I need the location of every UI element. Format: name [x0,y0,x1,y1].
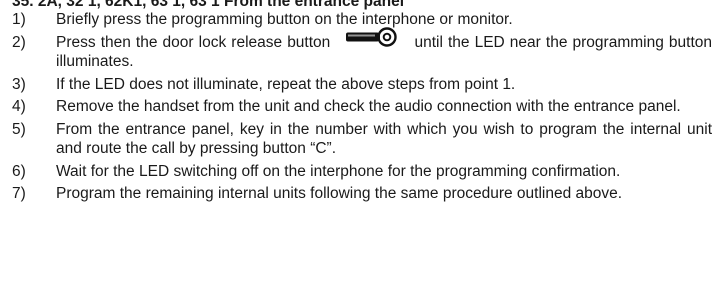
step-number: 2) [12,33,26,51]
section-heading: 35. 2A, 32 1, 62K1, 63 1, 63 1 From the … [12,0,404,10]
step-2: 2) Press then the door lock release butt… [12,26,712,72]
step-3: 3) If the LED does not illuminate, repea… [12,75,712,95]
step-text-before-icon: Press then the door lock release button [56,33,331,51]
step-text: Wait for the LED switching off on the in… [56,162,621,180]
step-7: 7) Program the remaining internal units … [12,184,712,204]
step-number: 5) [12,120,26,138]
step-text: From the entrance panel, key in the numb… [56,120,712,158]
key-icon [345,26,399,53]
step-text: If the LED does not illuminate, repeat t… [56,75,516,93]
step-number: 6) [12,162,26,180]
step-4: 4) Remove the handset from the unit and … [12,97,712,117]
step-number: 7) [12,185,26,203]
step-number: 4) [12,98,26,116]
instruction-page: 35. 2A, 32 1, 62K1, 63 1, 63 1 From the … [0,0,720,300]
step-text: Remove the handset from the unit and che… [56,98,681,116]
step-text: Program the remaining internal units fol… [56,185,623,203]
step-number: 3) [12,75,26,93]
step-number: 1) [12,11,26,28]
step-6: 6) Wait for the LED switching off on the… [12,162,712,182]
step-5: 5) From the entrance panel, key in the n… [12,120,712,159]
step-text: Press then the door lock release button … [56,26,712,72]
steps-list: 1) Briefly press the programming button … [12,10,712,207]
